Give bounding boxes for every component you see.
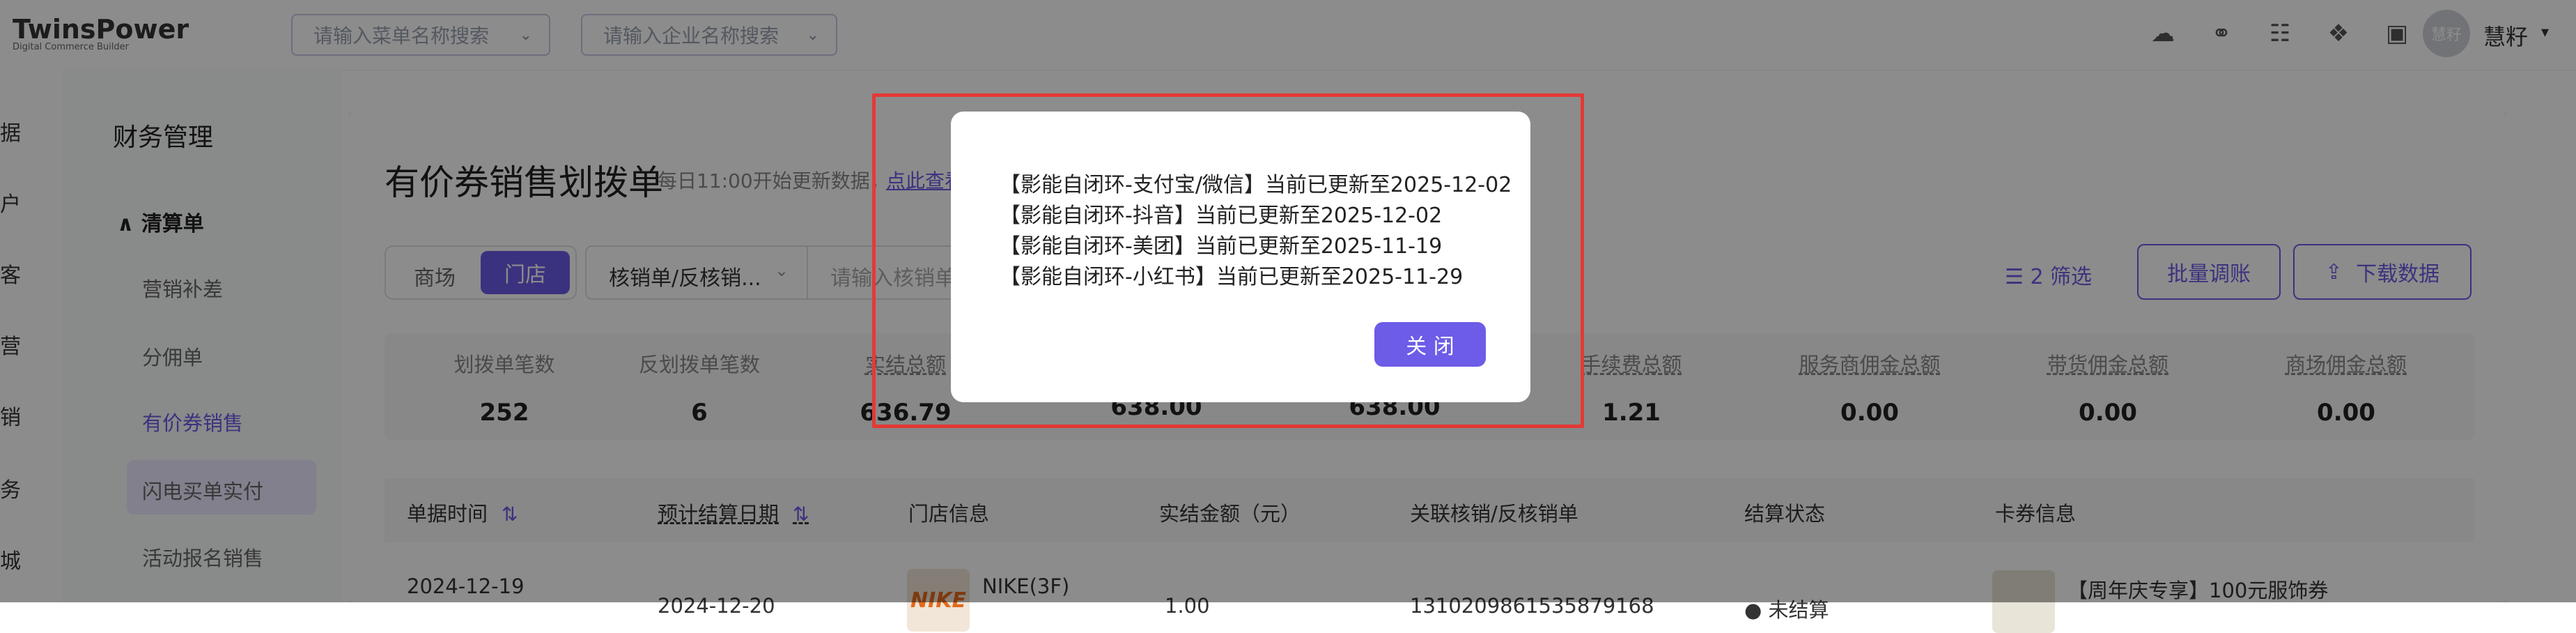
annotation-highlight-box	[872, 93, 1584, 428]
page: TwinsPower Digital Commerce Builder 请输入菜…	[0, 0, 2576, 633]
